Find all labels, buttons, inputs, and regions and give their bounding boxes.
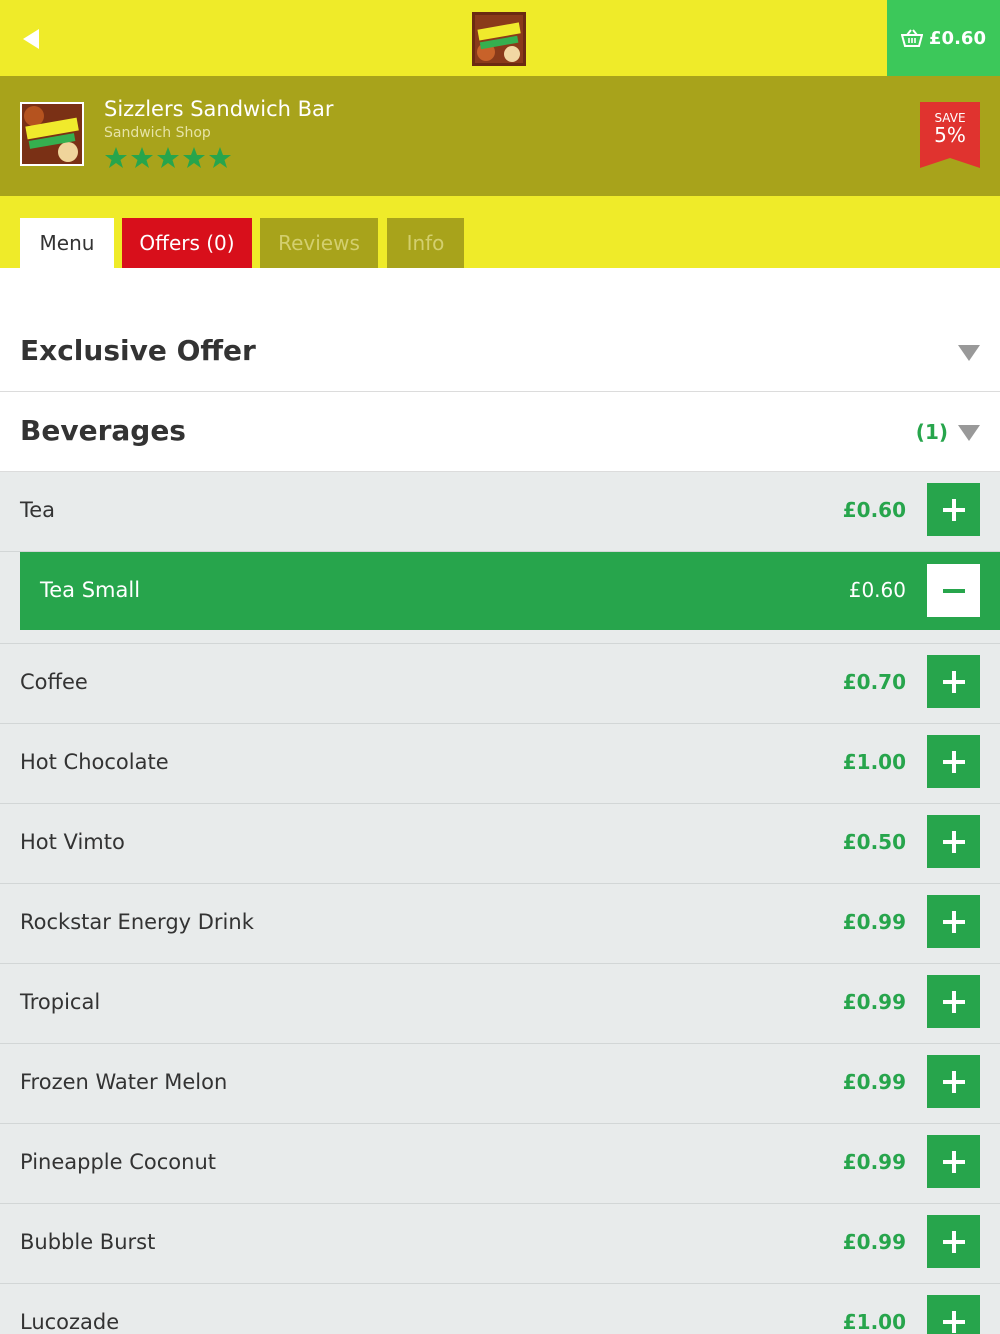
list-item: Bubble Burst £0.99 (0, 1204, 1000, 1284)
item-name: Hot Chocolate (20, 750, 169, 774)
item-price: £0.99 (842, 990, 906, 1014)
shop-name: Sizzlers Sandwich Bar (104, 97, 334, 121)
list-item: Frozen Water Melon £0.99 (0, 1044, 1000, 1124)
item-name: Coffee (20, 670, 88, 694)
list-item: Pineapple Coconut £0.99 (0, 1124, 1000, 1204)
item-price: £0.70 (842, 670, 906, 694)
item-name: Lucozade (20, 1310, 120, 1334)
list-item: Rockstar Energy Drink £0.99 (0, 884, 1000, 964)
selected-item: Tea Small £0.60 (20, 552, 1000, 630)
section-beverages[interactable]: Beverages (1) (0, 392, 1000, 472)
shop-header: Sizzlers Sandwich Bar Sandwich Shop SAVE… (0, 76, 1000, 196)
star-icon (183, 147, 205, 168)
add-button[interactable] (927, 735, 980, 788)
add-button[interactable] (927, 483, 980, 536)
add-button[interactable] (927, 1295, 980, 1334)
item-price: £0.99 (842, 1150, 906, 1174)
remove-button[interactable] (927, 564, 980, 617)
minus-icon (942, 588, 965, 593)
selected-item-name: Tea Small (40, 578, 141, 602)
tab-bar: Menu Offers (0) Reviews Info (0, 196, 1000, 268)
item-list: Tea £0.60 Tea Small £0.60 Coffee £0.70 H… (0, 472, 1000, 1334)
plus-icon (942, 1230, 965, 1253)
plus-icon (942, 670, 965, 693)
item-price: £0.50 (842, 830, 906, 854)
star-icon (131, 147, 153, 168)
back-arrow-icon (23, 29, 39, 49)
add-button[interactable] (927, 895, 980, 948)
basket-button[interactable]: £0.60 (887, 0, 1000, 76)
item-price: £1.00 (842, 1310, 906, 1334)
item-name: Tropical (20, 990, 101, 1014)
plus-icon (942, 910, 965, 933)
chevron-down-icon (958, 425, 980, 441)
item-name: Pineapple Coconut (20, 1150, 216, 1174)
save-percent: 5% (934, 123, 966, 147)
item-price: £0.99 (842, 910, 906, 934)
plus-icon (942, 1070, 965, 1093)
list-item: Tea £0.60 (0, 472, 1000, 552)
tab-menu[interactable]: Menu (20, 218, 114, 268)
item-name: Hot Vimto (20, 830, 125, 854)
plus-icon (942, 990, 965, 1013)
shop-logo-icon (20, 102, 84, 166)
save-badge: SAVE 5% (920, 102, 980, 168)
selected-item-row: Tea Small £0.60 (0, 552, 1000, 644)
back-button[interactable] (14, 22, 48, 56)
star-icon (105, 147, 127, 168)
plus-icon (942, 1150, 965, 1173)
selected-item-price: £0.60 (848, 578, 906, 602)
star-icon (157, 147, 179, 168)
add-button[interactable] (927, 1135, 980, 1188)
tab-info[interactable]: Info (387, 218, 464, 268)
list-item: Tropical £0.99 (0, 964, 1000, 1044)
section-count: (1) (915, 420, 948, 444)
top-bar: £0.60 (0, 0, 1000, 76)
sizzlers-logo-icon (472, 12, 526, 66)
basket-total: £0.60 (929, 27, 986, 49)
list-item: Coffee £0.70 (0, 644, 1000, 724)
section-title: Exclusive Offer (20, 334, 256, 367)
tab-offers[interactable]: Offers (0) (122, 218, 252, 268)
item-name: Tea (20, 498, 56, 522)
add-button[interactable] (927, 1215, 980, 1268)
plus-icon (942, 1310, 965, 1333)
rating-stars (104, 146, 232, 170)
shop-type: Sandwich Shop (104, 125, 211, 141)
add-button[interactable] (927, 1055, 980, 1108)
item-name: Bubble Burst (20, 1230, 156, 1254)
list-item: Hot Vimto £0.50 (0, 804, 1000, 884)
item-price: £0.99 (842, 1070, 906, 1094)
basket-icon (901, 29, 924, 47)
list-item: Hot Chocolate £1.00 (0, 724, 1000, 804)
plus-icon (942, 498, 965, 521)
add-button[interactable] (927, 655, 980, 708)
section-exclusive-offer[interactable]: Exclusive Offer (0, 312, 1000, 392)
item-name: Frozen Water Melon (20, 1070, 228, 1094)
item-price: £0.99 (842, 1230, 906, 1254)
chevron-down-icon (958, 345, 980, 361)
section-title: Beverages (20, 414, 186, 447)
add-button[interactable] (927, 815, 980, 868)
item-name: Rockstar Energy Drink (20, 910, 254, 934)
plus-icon (942, 750, 965, 773)
list-item: Lucozade £1.00 (0, 1284, 1000, 1334)
item-price: £0.60 (842, 498, 906, 522)
plus-icon (942, 830, 965, 853)
item-price: £1.00 (842, 750, 906, 774)
tab-reviews[interactable]: Reviews (260, 218, 378, 268)
star-icon (209, 147, 231, 168)
add-button[interactable] (927, 975, 980, 1028)
